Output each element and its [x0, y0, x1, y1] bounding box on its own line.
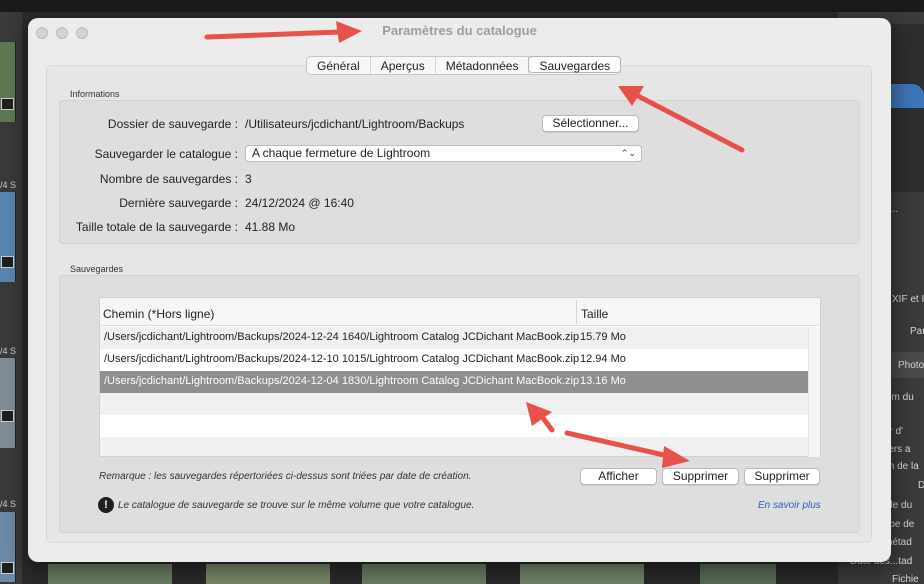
backup-folder-value: /Utilisateurs/jcdichant/Lightroom/Backup… [245, 117, 465, 131]
edit-badge-icon [1, 98, 14, 110]
column-header-path[interactable]: Chemin (*Hors ligne) [103, 307, 214, 321]
backup-frequency-value: A chaque fermeture de Lightroom [252, 146, 431, 160]
thumbnail[interactable] [0, 42, 16, 122]
backup-size: 12.94 Mo [580, 353, 626, 365]
backup-path: /Users/jcdichant/Lightroom/Backups/2024-… [104, 331, 580, 343]
delete-button[interactable]: Supprimer [662, 468, 739, 485]
backup-size: 13.16 Mo [580, 375, 626, 387]
table-row[interactable]: /Users/jcdichant/Lightroom/Backups/2024-… [100, 349, 808, 371]
edit-badge-icon [1, 562, 14, 574]
sort-note: Remarque : les sauvegardes répertoriées … [99, 471, 472, 482]
show-button[interactable]: Afficher [580, 468, 657, 485]
warning-message: Le catalogue de sauvegarde se trouve sur… [118, 500, 475, 511]
informations-section-title: Informations [70, 89, 120, 99]
filmstrip-left: /4 S /4 S /4 S [0, 12, 22, 584]
right-panel-text: XIF et I [892, 294, 924, 305]
learn-more-link[interactable]: En savoir plus [758, 500, 821, 511]
thumbnail[interactable] [700, 564, 776, 584]
column-header-size[interactable]: Taille [581, 307, 608, 321]
table-scrollbar[interactable] [808, 327, 820, 457]
right-panel-text: Photo [898, 360, 924, 371]
thumbnail[interactable] [0, 192, 16, 282]
backup-frequency-select[interactable]: A chaque fermeture de Lightroom ⌃⌄ [245, 145, 642, 162]
backup-path: /Users/jcdichant/Lightroom/Backups/2024-… [104, 375, 580, 387]
edit-badge-icon [1, 256, 14, 268]
last-backup-label: Dernière sauvegarde : [119, 196, 238, 210]
backup-size: 15.79 Mo [580, 331, 626, 343]
empty-row [100, 393, 808, 415]
total-size-value: 41.88 Mo [245, 220, 296, 234]
tab-bar: Général Aperçus Métadonnées Sauvegardes [306, 56, 622, 75]
thumbnail[interactable] [48, 564, 172, 584]
thumbnail[interactable] [520, 564, 644, 584]
backup-count-value: 3 [245, 172, 252, 186]
app-topbar [0, 0, 924, 12]
right-panel-text: Fichie [892, 574, 919, 584]
backup-count-label: Nombre de sauvegardes : [99, 172, 238, 186]
thumbnail[interactable] [362, 564, 486, 584]
backup-folder-label: Dossier de sauvegarde : [107, 117, 238, 131]
table-header: Chemin (*Hors ligne) Taille [100, 298, 820, 326]
delete-all-button[interactable]: Supprimer [744, 468, 820, 485]
table-row[interactable]: /Users/jcdichant/Lightroom/Backups/2024-… [100, 327, 808, 349]
backups-table: Chemin (*Hors ligne) Taille /Users/jcdic… [99, 297, 821, 457]
chevron-updown-icon: ⌃⌄ [620, 148, 636, 158]
last-backup-value: 24/12/2024 @ 16:40 [245, 196, 354, 210]
warning-icon: ! [98, 497, 114, 513]
right-panel-text: D [918, 480, 924, 491]
tab-backups[interactable]: Sauvegardes [528, 56, 622, 73]
tab-general[interactable]: Général [307, 57, 371, 74]
thumbnail[interactable] [0, 358, 16, 448]
column-separator [576, 300, 577, 324]
select-folder-button[interactable]: Sélectionner... [542, 115, 639, 132]
dialog-title: Paramètres du catalogue [382, 23, 537, 38]
backup-catalog-label: Sauvegarder le catalogue : [94, 147, 238, 161]
tab-previews[interactable]: Aperçus [371, 57, 436, 74]
empty-row [100, 437, 808, 456]
table-row-selected[interactable]: /Users/jcdichant/Lightroom/Backups/2024-… [100, 371, 808, 393]
total-size-label: Taille totale de la sauvegarde : [75, 220, 238, 234]
backups-section-title: Sauvegardes [70, 264, 124, 274]
edit-badge-icon [1, 410, 14, 422]
left-label: /4 S [0, 499, 17, 509]
empty-row [100, 415, 808, 437]
tab-metadata[interactable]: Métadonnées [436, 57, 530, 74]
left-label: /4 S [0, 346, 17, 356]
backup-path: /Users/jcdichant/Lightroom/Backups/2024-… [104, 353, 580, 365]
thumbnail[interactable] [206, 564, 330, 584]
left-label: /4 S [0, 180, 17, 190]
right-panel-text: Par [910, 326, 924, 337]
